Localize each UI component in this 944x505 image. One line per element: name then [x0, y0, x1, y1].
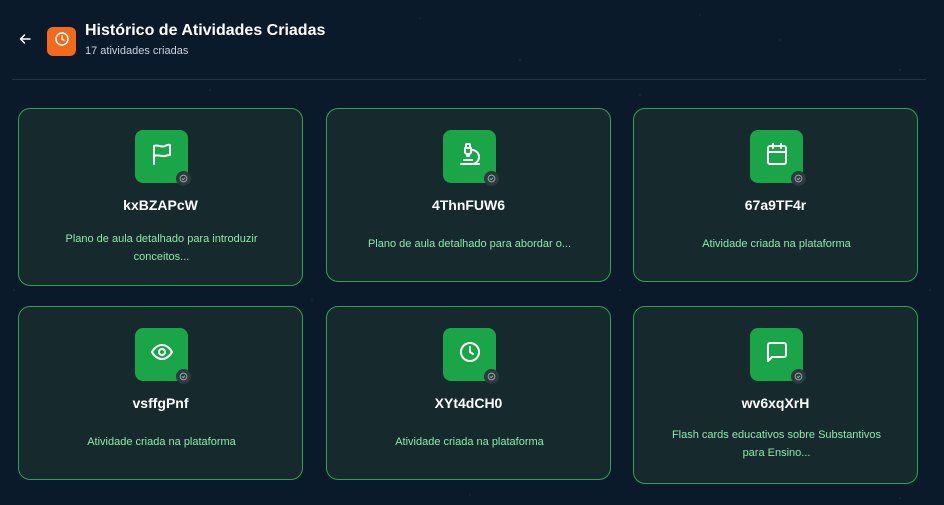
activity-icon-box [135, 130, 191, 186]
activity-card[interactable]: kxBZAPcW Plano de aula detalhado para in… [18, 108, 303, 286]
page-title: Histórico de Atividades Criadas [85, 22, 326, 39]
activity-card[interactable]: wv6xqXrH Flash cards educativos sobre Su… [633, 306, 918, 484]
activity-id: wv6xqXrH [741, 395, 810, 411]
activity-description: Atividade criada na plataforma [87, 436, 236, 448]
activity-description: Atividade criada na plataforma [702, 238, 851, 250]
activity-id: vsffgPnf [132, 395, 189, 411]
activity-id: XYt4dCH0 [434, 395, 503, 411]
activity-icon-box [750, 328, 806, 384]
activity-card[interactable]: vsffgPnf Atividade criada na plataforma [18, 306, 303, 480]
check-circle-icon [179, 368, 188, 386]
activity-card[interactable]: XYt4dCH0 Atividade criada na plataforma [326, 306, 611, 480]
activity-card[interactable]: 67a9TF4r Atividade criada na plataforma [633, 108, 918, 282]
header-divider [12, 79, 926, 80]
check-badge [176, 369, 191, 384]
check-circle-icon [487, 170, 496, 188]
check-badge [791, 171, 806, 186]
activity-count: 17 atividades criadas [85, 45, 189, 57]
clock-icon [54, 31, 70, 52]
check-badge [176, 171, 191, 186]
check-badge [791, 369, 806, 384]
activity-description: Plano de aula detalhado para abordar o..… [367, 238, 572, 250]
microscope-icon [458, 142, 482, 171]
check-circle-icon [487, 368, 496, 386]
eye-icon [150, 340, 174, 369]
clock-icon [458, 340, 482, 369]
activity-id: 4ThnFUW6 [431, 197, 506, 213]
message-square-icon [765, 340, 789, 369]
arrow-left-icon [19, 32, 31, 50]
back-button[interactable] [15, 31, 35, 51]
app-icon [47, 27, 76, 56]
check-circle-icon [179, 170, 188, 188]
check-badge [484, 171, 499, 186]
activity-icon-box [443, 130, 499, 186]
activity-card[interactable]: 4ThnFUW6 Plano de aula detalhado para ab… [326, 108, 611, 282]
activity-icon-box [750, 130, 806, 186]
activity-id: kxBZAPcW [123, 197, 198, 213]
check-circle-icon [794, 368, 803, 386]
activity-id: 67a9TF4r [744, 197, 807, 213]
activity-description: Plano de aula detalhado para introduzir … [65, 233, 258, 263]
check-badge [484, 369, 499, 384]
activity-description: Flash cards educativos sobre Substantivo… [671, 429, 882, 459]
activity-description: Atividade criada na plataforma [395, 436, 544, 448]
check-circle-icon [794, 170, 803, 188]
activity-icon-box [135, 328, 191, 384]
flag-icon [150, 142, 174, 171]
page-header: Histórico de Atividades Criadas 17 ativi… [0, 0, 944, 80]
calendar-icon [765, 142, 789, 171]
activity-icon-box [443, 328, 499, 384]
